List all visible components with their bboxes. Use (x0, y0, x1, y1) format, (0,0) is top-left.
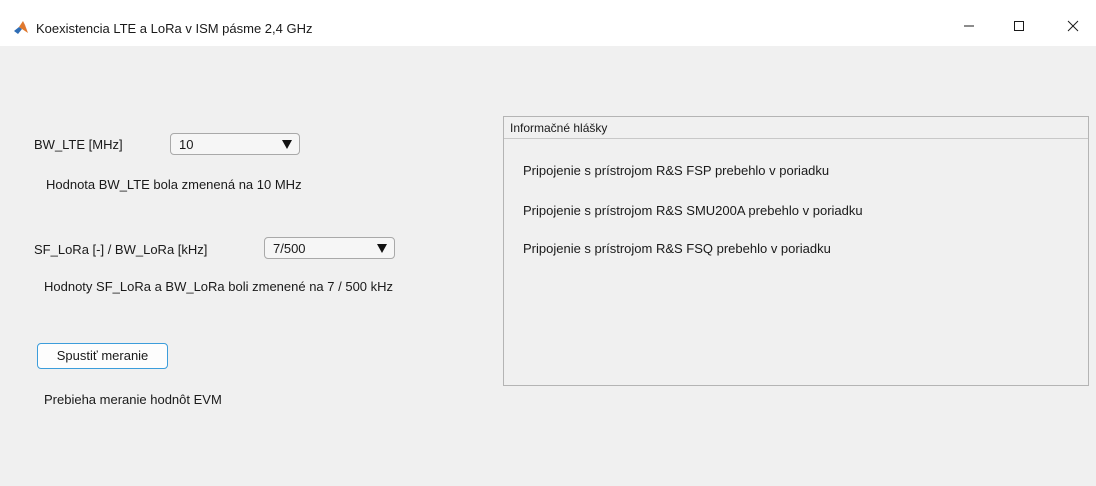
window-title: Koexistencia LTE a LoRa v ISM pásme 2,4 … (36, 21, 313, 36)
maximize-icon (1014, 21, 1024, 31)
bw-lte-dropdown[interactable]: 10 (170, 133, 300, 155)
bw-lte-selected-value: 10 (179, 137, 194, 152)
bw-lte-status-text: Hodnota BW_LTE bola zmenená na 10 MHz (46, 177, 302, 192)
measurement-status-text: Prebieha meranie hodnôt EVM (44, 392, 222, 407)
sf-lora-selected-value: 7/500 (273, 241, 306, 256)
minimize-button[interactable] (946, 8, 992, 44)
info-panel-title: Informačné hlášky (510, 121, 608, 135)
close-icon (1067, 20, 1079, 32)
start-measurement-button[interactable]: Spustiť meranie (37, 343, 168, 369)
bw-lte-label: BW_LTE [MHz] (34, 137, 123, 152)
matlab-logo-icon (13, 20, 29, 36)
info-panel-header: Informačné hlášky (504, 117, 1088, 139)
chevron-down-icon (377, 244, 387, 253)
maximize-button[interactable] (996, 8, 1042, 44)
title-bar: Koexistencia LTE a LoRa v ISM pásme 2,4 … (0, 0, 1096, 46)
sf-lora-label: SF_LoRa [-] / BW_LoRa [kHz] (34, 242, 208, 257)
chevron-down-icon (282, 140, 292, 149)
info-messages-panel: Informačné hlášky Pripojenie s prístrojo… (503, 116, 1089, 386)
sf-lora-status-text: Hodnoty SF_LoRa a BW_LoRa boli zmenené n… (44, 279, 394, 294)
minimize-icon (964, 25, 974, 27)
info-message: Pripojenie s prístrojom R&S FSP prebehlo… (523, 163, 830, 178)
info-message: Pripojenie s prístrojom R&S FSQ prebehlo… (523, 241, 831, 256)
close-button[interactable] (1050, 8, 1096, 44)
app-window: Koexistencia LTE a LoRa v ISM pásme 2,4 … (0, 0, 1096, 486)
sf-lora-dropdown[interactable]: 7/500 (264, 237, 395, 259)
info-message: Pripojenie s prístrojom R&S SMU200A preb… (523, 203, 863, 218)
